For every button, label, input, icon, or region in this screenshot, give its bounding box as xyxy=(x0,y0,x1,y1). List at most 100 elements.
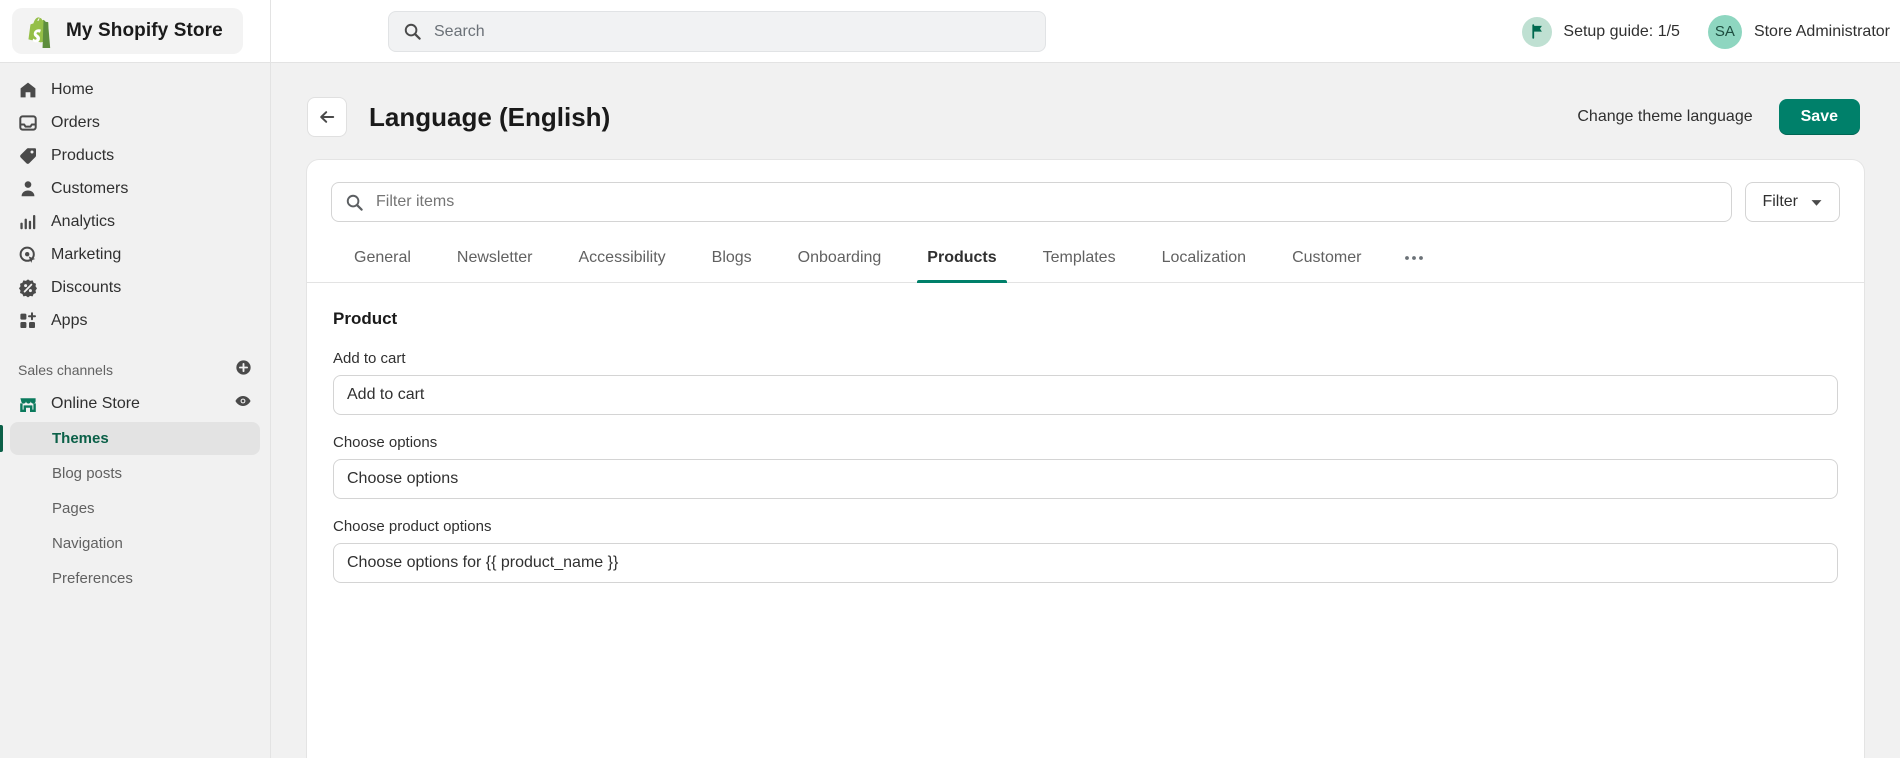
page-title: Language (English) xyxy=(369,101,611,132)
sidebar-subitem-label: Pages xyxy=(52,500,95,517)
sidebar-item-blog-posts[interactable]: Blog posts xyxy=(10,457,260,490)
marketing-target-icon xyxy=(19,246,36,263)
setup-guide-label: Setup guide: 1/5 xyxy=(1563,22,1680,40)
sidebar-item-analytics[interactable]: Analytics xyxy=(10,205,260,238)
filter-items-input[interactable]: Filter items xyxy=(331,182,1733,222)
tab-blogs[interactable]: Blogs xyxy=(689,238,775,282)
field-label: Choose options xyxy=(333,434,438,451)
sidebar-item-online-store[interactable]: Online Store xyxy=(10,387,260,420)
sidebar-subitem-label: Themes xyxy=(52,430,109,447)
setup-guide-button[interactable]: Setup guide: 1/5 xyxy=(1512,12,1690,52)
ellipsis-horizontal-icon xyxy=(1405,256,1424,260)
sidebar: Home Orders Products Customers Analytics xyxy=(0,63,271,758)
sidebar-item-label: Products xyxy=(51,146,115,164)
field-label: Choose product options xyxy=(333,518,492,535)
discount-percent-icon xyxy=(19,278,37,297)
home-icon xyxy=(20,82,36,97)
sidebar-subitem-label: Navigation xyxy=(52,535,123,552)
bar-chart-icon xyxy=(20,214,36,229)
section-title: Product xyxy=(333,309,398,328)
tab-newsletter[interactable]: Newsletter xyxy=(434,238,556,282)
sidebar-item-label: Analytics xyxy=(51,212,116,230)
search-icon xyxy=(346,194,363,211)
sidebar-item-orders[interactable]: Orders xyxy=(10,106,260,139)
orders-inbox-icon xyxy=(19,114,37,131)
tab-label: Accessibility xyxy=(578,249,666,266)
tab-accessibility[interactable]: Accessibility xyxy=(556,238,689,282)
tab-label: Onboarding xyxy=(797,249,882,266)
avatar: SA xyxy=(1707,14,1742,49)
tab-label: Templates xyxy=(1042,249,1116,266)
shopify-bag-icon xyxy=(28,17,51,48)
sidebar-subitem-label: Blog posts xyxy=(52,465,123,482)
filter-button-label: Filter xyxy=(1762,193,1798,210)
store-name: My Shopify Store xyxy=(66,20,223,41)
field-input[interactable]: Choose options xyxy=(333,459,1838,499)
tab-localization[interactable]: Localization xyxy=(1139,238,1270,282)
store-chip[interactable]: My Shopify Store xyxy=(12,8,243,54)
tab-general[interactable]: General xyxy=(331,238,434,282)
tabs-overflow-button[interactable] xyxy=(1384,238,1444,282)
product-settings-form: Product Add to cart Add to cart Choose o… xyxy=(307,283,1864,583)
arrow-left-icon xyxy=(320,111,335,123)
save-button[interactable]: Save xyxy=(1778,99,1860,135)
sidebar-item-marketing[interactable]: Marketing xyxy=(10,238,260,271)
page-header: Language (English) Change theme language… xyxy=(271,63,1900,149)
plus-circle-icon[interactable] xyxy=(235,359,252,381)
tab-label: Localization xyxy=(1161,249,1247,266)
sidebar-item-label: Customers xyxy=(51,179,129,197)
tab-customer[interactable]: Customer xyxy=(1269,238,1384,282)
sales-channels-label: Sales channels xyxy=(18,362,113,378)
language-editor-card: Filter items Filter General Newsletter A… xyxy=(307,160,1864,758)
page-header-actions: Change theme language Save xyxy=(1577,99,1860,135)
product-tag-icon xyxy=(20,147,36,164)
sidebar-item-products[interactable]: Products xyxy=(10,139,260,172)
field-label: Add to cart xyxy=(333,350,406,367)
sidebar-item-home[interactable]: Home xyxy=(10,73,260,106)
user-name-label: Store Administrator xyxy=(1753,22,1890,40)
sidebar-item-label: Home xyxy=(51,80,94,98)
topbar-divider xyxy=(270,0,271,62)
sidebar-item-label: Orders xyxy=(51,113,100,131)
change-theme-language-button[interactable]: Change theme language xyxy=(1577,108,1752,126)
sidebar-item-label: Marketing xyxy=(51,245,122,263)
tab-label: General xyxy=(354,249,411,266)
sidebar-item-preferences[interactable]: Preferences xyxy=(10,562,260,595)
sidebar-item-customers[interactable]: Customers xyxy=(10,172,260,205)
filter-button[interactable]: Filter xyxy=(1745,182,1840,222)
sidebar-item-pages[interactable]: Pages xyxy=(10,492,260,525)
sidebar-item-navigation[interactable]: Navigation xyxy=(10,527,260,560)
user-menu-button[interactable]: SA Store Administrator xyxy=(1704,12,1896,52)
settings-tabs: General Newsletter Accessibility Blogs O… xyxy=(307,238,1864,283)
topbar-right-group: Setup guide: 1/5 SA Store Administrator xyxy=(1512,0,1900,63)
field-choose-product-options: Choose product options Choose options fo… xyxy=(333,518,1838,583)
back-button[interactable] xyxy=(307,97,347,137)
online-store-label: Online Store xyxy=(51,394,140,412)
global-search-input[interactable]: Search xyxy=(388,11,1046,52)
filter-items-placeholder: Filter items xyxy=(376,193,455,210)
sidebar-item-discounts[interactable]: Discounts xyxy=(10,271,260,304)
tab-label: Newsletter xyxy=(456,249,533,266)
tab-label: Blogs xyxy=(711,249,752,266)
tab-products[interactable]: Products xyxy=(904,238,1019,283)
storefront-icon xyxy=(20,397,36,412)
sidebar-item-apps[interactable]: Apps xyxy=(10,304,260,337)
sidebar-item-themes[interactable]: Themes xyxy=(0,422,260,455)
apps-grid-icon xyxy=(20,311,36,328)
chevron-down-icon xyxy=(1811,199,1822,206)
field-add-to-cart: Add to cart Add to cart xyxy=(333,350,1838,415)
eye-icon[interactable] xyxy=(234,392,252,415)
field-input[interactable]: Choose options for {{ product_name }} xyxy=(333,543,1838,583)
tab-onboarding[interactable]: Onboarding xyxy=(775,238,905,282)
global-search-placeholder: Search xyxy=(434,22,485,40)
tab-label: Customer xyxy=(1292,249,1362,266)
sidebar-item-label: Discounts xyxy=(51,278,122,296)
main-content: Language (English) Change theme language… xyxy=(271,63,1900,758)
field-input[interactable]: Add to cart xyxy=(333,375,1838,415)
sales-channels-header: Sales channels xyxy=(10,355,260,385)
person-icon xyxy=(21,180,35,196)
sidebar-item-label: Apps xyxy=(51,311,88,329)
flag-icon xyxy=(1522,16,1553,47)
card-toolbar: Filter items Filter xyxy=(307,160,1864,222)
tab-templates[interactable]: Templates xyxy=(1020,238,1139,282)
